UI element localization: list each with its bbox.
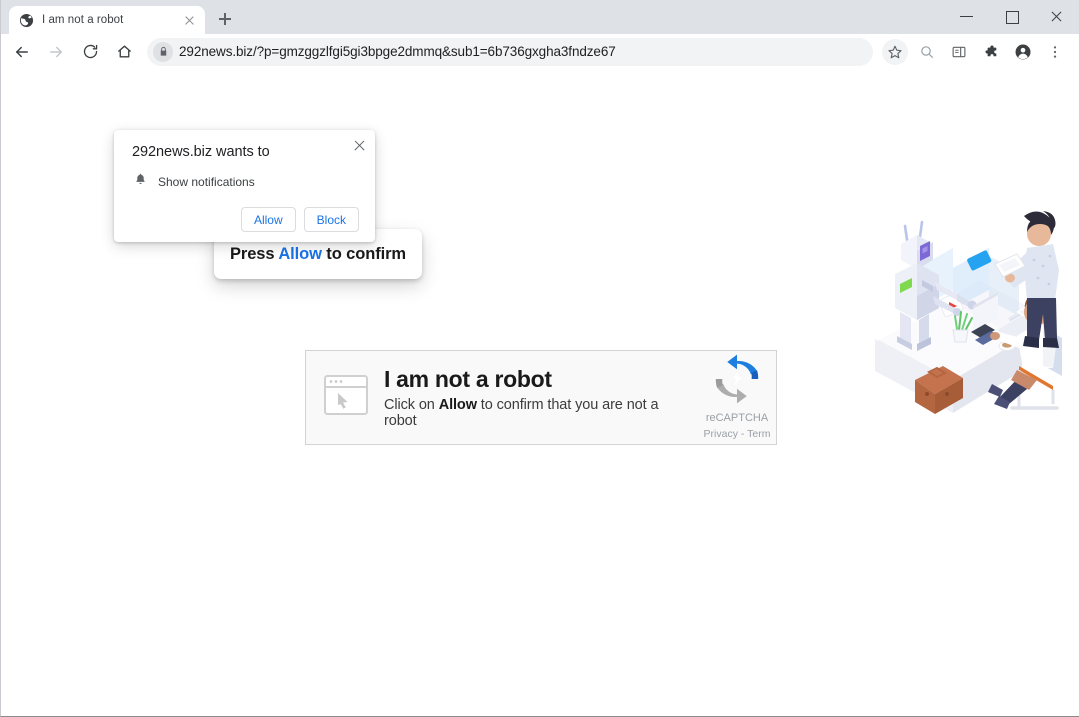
maximize-button[interactable] [989,0,1034,32]
address-bar[interactable]: 292news.biz/?p=gmzggzlfgi5gi3bpge2dmmq&s… [147,38,873,66]
forward-button[interactable] [42,38,70,66]
captcha-body: I am not a robot Click on Allow to confi… [384,366,694,428]
zoom-search-icon[interactable] [914,39,940,65]
page-content: 292news.biz wants to Show notifications … [1,70,1079,716]
recaptcha-links[interactable]: Privacy - Term [694,428,777,440]
permission-actions: Allow Block [132,207,359,232]
permission-row: Show notifications [132,172,359,191]
window-controls [944,0,1079,32]
close-icon[interactable] [351,137,367,153]
url-text[interactable]: 292news.biz/?p=gmzggzlfgi5gi3bpge2dmmq&s… [179,44,616,59]
new-tab-button[interactable] [211,5,239,33]
profile-avatar-icon[interactable] [1010,39,1036,65]
permission-label: Show notifications [158,175,255,189]
press-allow-highlight: Allow [278,245,322,263]
home-button[interactable] [110,38,138,66]
close-window-button[interactable] [1034,0,1079,32]
bell-icon [134,172,147,191]
recaptcha-logo-icon [711,392,763,409]
close-icon[interactable] [181,12,197,28]
press-allow-text: Press Allow to confirm [230,245,406,264]
captcha-subtitle: Click on Allow to confirm that you are n… [384,397,694,429]
captcha-subtitle-prefix: Click on [384,397,439,413]
minimize-button[interactable] [944,0,989,32]
press-allow-prefix: Press [230,245,278,263]
notification-permission-dialog: 292news.biz wants to Show notifications … [114,130,375,242]
permission-title: 292news.biz wants to [132,144,359,160]
chrome-menu-icon[interactable] [1042,39,1068,65]
captcha-subtitle-strong: Allow [439,397,477,413]
tab-strip: I am not a robot [1,0,1079,34]
recaptcha-badge: reCAPTCHA Privacy - Term [694,353,777,442]
press-allow-suffix: to confirm [322,245,406,263]
reload-button[interactable] [76,38,104,66]
extensions-puzzle-icon[interactable] [978,39,1004,65]
isometric-office-robot-illustration [867,208,1073,420]
captcha-title: I am not a robot [384,366,694,392]
bookmark-star-icon[interactable] [882,39,908,65]
browser-tab[interactable]: I am not a robot [9,6,205,34]
browser-window-cursor-icon [324,375,368,420]
back-button[interactable] [8,38,36,66]
globe-icon [19,13,34,28]
captcha-card[interactable]: I am not a robot Click on Allow to confi… [305,350,777,445]
reading-list-icon[interactable] [946,39,972,65]
tab-title: I am not a robot [42,14,173,26]
block-button[interactable]: Block [304,207,359,232]
browser-toolbar: 292news.biz/?p=gmzggzlfgi5gi3bpge2dmmq&s… [1,34,1079,70]
recaptcha-name: reCAPTCHA [694,412,777,424]
browser-window: I am not a robot [0,0,1079,717]
lock-icon[interactable] [153,42,173,62]
allow-button[interactable]: Allow [241,207,296,232]
